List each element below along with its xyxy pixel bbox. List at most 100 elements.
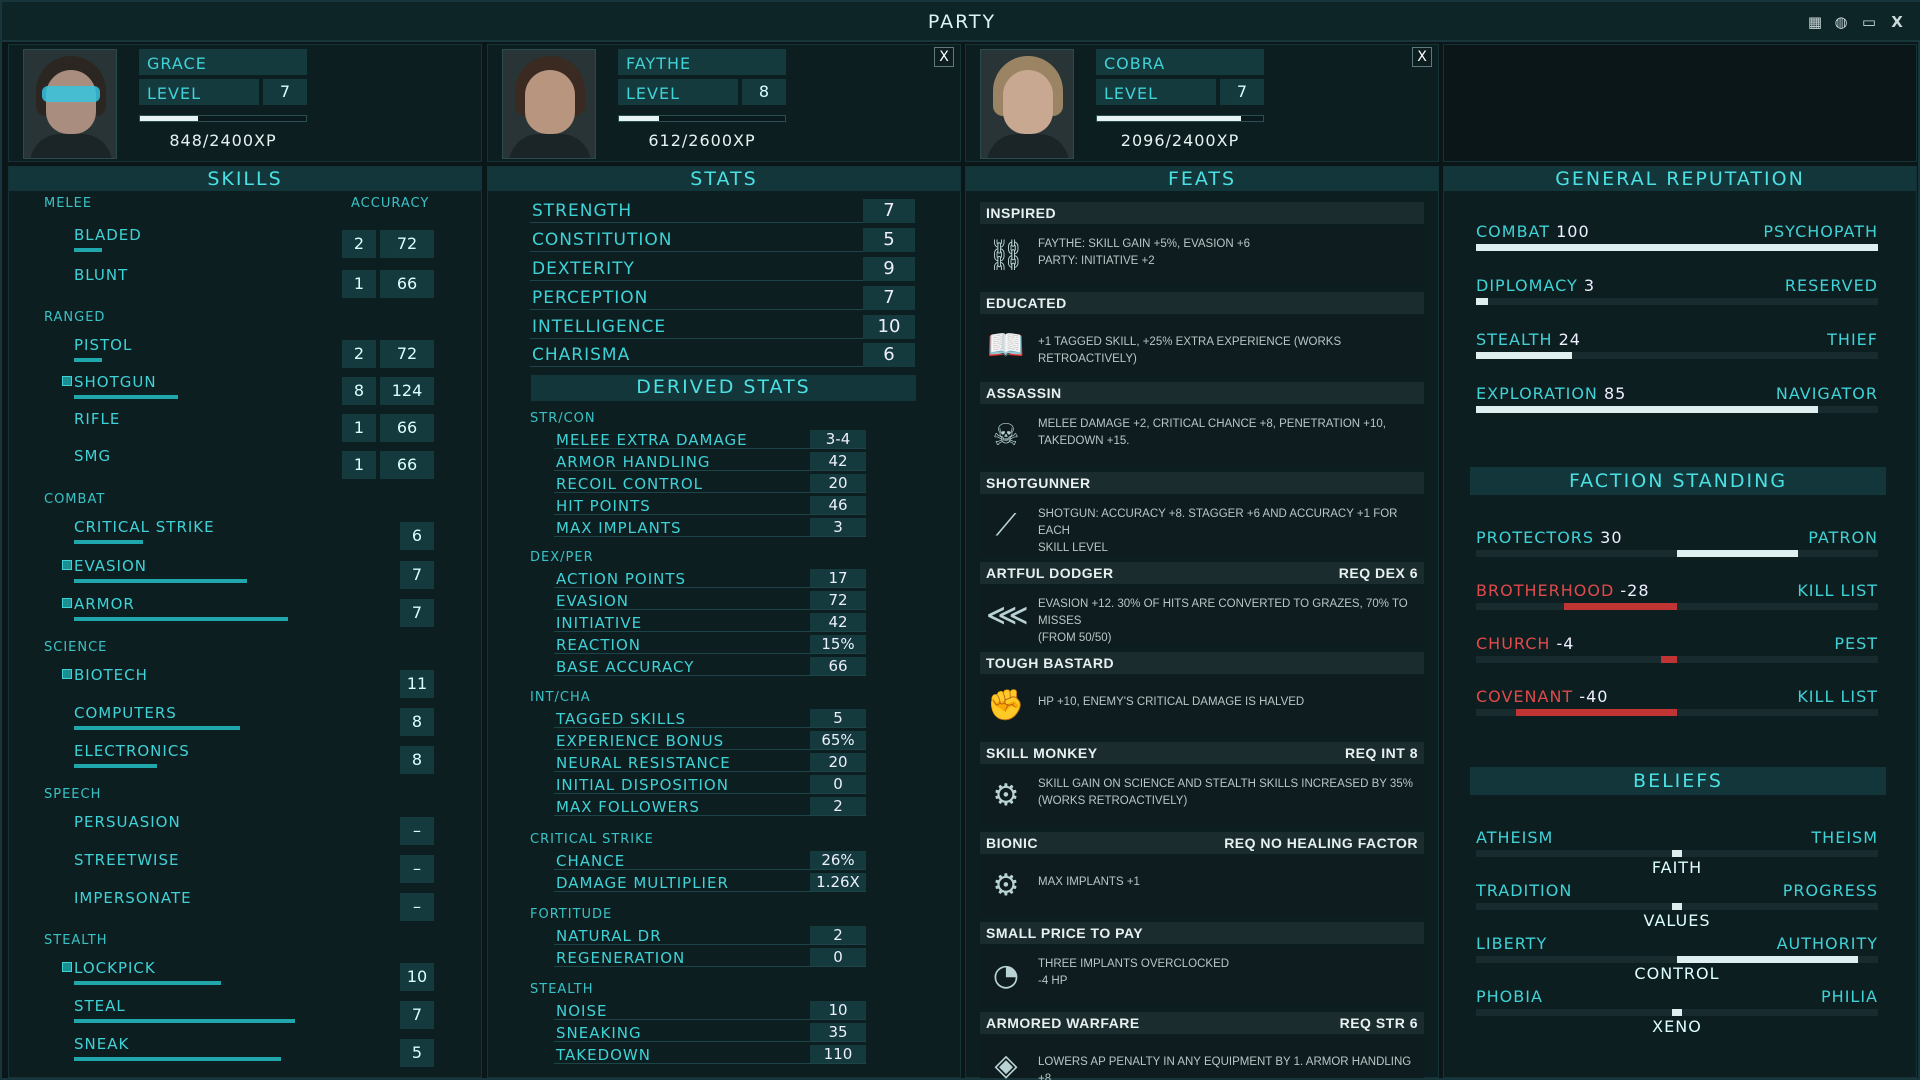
derived-stat-row[interactable]: MAX IMPLANTS 3	[554, 517, 866, 537]
calendar-icon[interactable]: ▦	[1804, 12, 1826, 32]
skill-category-combat: COMBAT	[44, 492, 106, 507]
stat-intelligence[interactable]: INTELLIGENCE 10	[530, 315, 915, 339]
skill-row-blunt[interactable]: BLUNT 1 66	[62, 266, 434, 300]
skill-row-smg[interactable]: SMG 1 66	[62, 447, 434, 481]
skill-row-evasion[interactable]: EVASION 7	[62, 557, 434, 591]
feat-assassin[interactable]: ASSASSIN ☠ MELEE DAMAGE +2, CRITICAL CHANC…	[980, 382, 1424, 468]
monitor-icon[interactable]: ▭	[1858, 12, 1880, 32]
belief-control[interactable]: LIBERTY AUTHORITY CONTROL	[1476, 934, 1878, 986]
derived-stat-value: 110	[810, 1045, 866, 1063]
derived-stat-row[interactable]: NEURAL RESISTANCE 20	[554, 752, 866, 772]
derived-stat-name: INITIATIVE	[556, 614, 643, 632]
skill-row-streetwise[interactable]: STREETWISE –	[62, 851, 434, 885]
skill-row-lockpick[interactable]: LOCKPICK 10	[62, 959, 434, 993]
reputation-stealth[interactable]: STEALTH 24 THIEF	[1476, 330, 1878, 370]
character-card-cobra[interactable]: COBRA LEVEL 7 2096/2400XP X	[965, 44, 1439, 162]
derived-stat-row[interactable]: INITIATIVE 42	[554, 612, 866, 632]
skill-row-critical-strike[interactable]: CRITICAL STRIKE 6	[62, 518, 434, 552]
derived-stat-value: 46	[810, 496, 866, 514]
feat-small-price-to-pay[interactable]: SMALL PRICE TO PAY ◔ THREE IMPLANTS OVERCL…	[980, 922, 1424, 1008]
globe-icon[interactable]: ◍	[1830, 12, 1852, 32]
derived-stat-row[interactable]: REGENERATION 0	[554, 947, 866, 967]
derived-stat-name: TAGGED SKILLS	[556, 710, 687, 728]
reputation-exploration[interactable]: EXPLORATION 85 NAVIGATOR	[1476, 384, 1878, 424]
feat-body: ◈ LOWERS AP PENALTY IN ANY EQUIPMENT BY 1…	[980, 1036, 1424, 1080]
skill-progress-bar	[74, 981, 222, 985]
skill-category-stealth: STEALTH	[44, 933, 108, 948]
derived-stat-row[interactable]: ARMOR HANDLING 42	[554, 451, 866, 471]
belief-faith[interactable]: ATHEISM THEISM FAITH	[1476, 828, 1878, 880]
derived-stat-row[interactable]: EVASION 72	[554, 590, 866, 610]
skill-row-bladed[interactable]: BLADED 2 72	[62, 226, 434, 260]
faction-brotherhood[interactable]: BROTHERHOOD -28 KILL LIST	[1476, 581, 1878, 621]
faction-covenant[interactable]: COVENANT -40 KILL LIST	[1476, 687, 1878, 727]
feat-artful-dodger[interactable]: ARTFUL DODGER REQ DEX 6 ⋘ EVASION +12. 30% …	[980, 562, 1424, 648]
faction-name: BROTHERHOOD	[1476, 581, 1615, 600]
skill-row-rifle[interactable]: RIFLE 1 66	[62, 410, 434, 444]
derived-stat-row[interactable]: TAGGED SKILLS 5	[554, 708, 866, 728]
derived-stat-row[interactable]: SNEAKING 35	[554, 1022, 866, 1042]
derived-stat-row[interactable]: TAKEDOWN 110	[554, 1044, 866, 1064]
derived-stat-row[interactable]: CHANCE 26%	[554, 850, 866, 870]
belief-values[interactable]: TRADITION PROGRESS VALUES	[1476, 881, 1878, 933]
skill-row-electronics[interactable]: ELECTRONICS 8	[62, 742, 434, 776]
close-icon[interactable]: X	[1886, 12, 1908, 32]
derived-stat-row[interactable]: ACTION POINTS 17	[554, 568, 866, 588]
derived-stat-row[interactable]: MELEE EXTRA DAMAGE 3-4	[554, 429, 866, 449]
stat-perception[interactable]: PERCEPTION 7	[530, 286, 915, 310]
skill-row-persuasion[interactable]: PERSUASION –	[62, 813, 434, 847]
feat-armored-warfare[interactable]: ARMORED WARFARE REQ STR 6 ◈ LOWERS AP PENAL…	[980, 1012, 1424, 1080]
dismiss-faythe-button[interactable]: X	[934, 47, 954, 67]
belief-left: TRADITION	[1476, 881, 1573, 900]
stat-dexterity[interactable]: DEXTERITY 9	[530, 257, 915, 281]
xp-text: 848/2400XP	[169, 131, 277, 150]
portrait-faythe[interactable]	[502, 49, 596, 159]
faction-protectors[interactable]: PROTECTORS 30 PATRON	[1476, 528, 1878, 568]
portrait-grace[interactable]	[23, 49, 117, 159]
skill-row-impersonate[interactable]: IMPERSONATE –	[62, 889, 434, 923]
derived-stat-row[interactable]: BASE ACCURACY 66	[554, 656, 866, 676]
skills-header: SKILLS	[9, 167, 481, 191]
feat-shotgunner[interactable]: SHOTGUNNER ⟋ SHOTGUN: ACCURACY +8. STAGGER…	[980, 472, 1424, 558]
feat-bionic[interactable]: BIONIC REQ NO HEALING FACTOR ⚙ MAX IMPLANTS…	[980, 832, 1424, 918]
character-card-grace[interactable]: GRACE LEVEL 7 848/2400XP	[8, 44, 482, 162]
derived-stat-row[interactable]: HIT POINTS 46	[554, 495, 866, 515]
feat-description: SKILL GAIN ON SCIENCE AND STEALTH SKILLS…	[1038, 778, 1413, 807]
reputation-combat[interactable]: COMBAT 100 PSYCHOPATH	[1476, 222, 1878, 262]
skill-row-biotech[interactable]: BIOTECH 11	[62, 666, 434, 700]
derived-stat-row[interactable]: NATURAL DR 2	[554, 925, 866, 945]
derived-stat-name: ARMOR HANDLING	[556, 453, 711, 471]
reputation-diplomacy[interactable]: DIPLOMACY 3 RESERVED	[1476, 276, 1878, 316]
portrait-cobra[interactable]	[980, 49, 1074, 159]
derived-stat-row[interactable]: MAX FOLLOWERS 2	[554, 796, 866, 816]
skill-row-steal[interactable]: STEAL 7	[62, 997, 434, 1031]
feat-educated[interactable]: EDUCATED 📖 +1 TAGGED SKILL, +25% EXTRA EXP…	[980, 292, 1424, 378]
derived-stat-row[interactable]: INITIAL DISPOSITION 0	[554, 774, 866, 794]
stat-strength[interactable]: STRENGTH 7	[530, 199, 915, 223]
skill-row-pistol[interactable]: PISTOL 2 72	[62, 336, 434, 370]
skill-row-sneak[interactable]: SNEAK 5	[62, 1035, 434, 1069]
skill-row-computers[interactable]: COMPUTERS 8	[62, 704, 434, 738]
derived-stat-row[interactable]: NOISE 10	[554, 1000, 866, 1020]
general-reputation-header: GENERAL REPUTATION	[1444, 167, 1916, 191]
feat-inspired[interactable]: INSPIRED ⛓ FAYTHE: SKILL GAIN +5%, EVASION…	[980, 202, 1424, 288]
stat-name: CONSTITUTION	[532, 230, 673, 250]
stat-charisma[interactable]: CHARISMA 6	[530, 343, 915, 367]
character-card-faythe[interactable]: FAYTHE LEVEL 8 612/2600XP X	[487, 44, 961, 162]
empty-party-slot[interactable]	[1443, 44, 1917, 162]
derived-stat-row[interactable]: DAMAGE MULTIPLIER 1.26x	[554, 872, 866, 892]
feat-tough-bastard[interactable]: TOUGH BASTARD ✊ HP +10, ENEMY'S CRITICAL D…	[980, 652, 1424, 738]
skill-row-armor[interactable]: ARMOR 7	[62, 595, 434, 629]
derived-stat-row[interactable]: RECOIL CONTROL 20	[554, 473, 866, 493]
feat-requirement: REQ STR 6	[1339, 1015, 1418, 1031]
feat-skill-monkey[interactable]: SKILL MONKEY REQ INT 8 ⚙ SKILL GAIN ON SCIE…	[980, 742, 1424, 828]
dismiss-cobra-button[interactable]: X	[1412, 47, 1432, 67]
bionic-head-icon: ⚙	[992, 868, 1020, 903]
faction-church[interactable]: CHURCH -4 PEST	[1476, 634, 1878, 674]
skill-row-shotgun[interactable]: SHOTGUN 8 124	[62, 373, 434, 407]
derived-stat-row[interactable]: EXPERIENCE BONUS 65%	[554, 730, 866, 750]
stat-constitution[interactable]: CONSTITUTION 5	[530, 228, 915, 252]
derived-stat-row[interactable]: REACTION 15%	[554, 634, 866, 654]
reputation-label: STEALTH 24	[1476, 330, 1581, 349]
belief-xeno[interactable]: PHOBIA PHILIA XENO	[1476, 987, 1878, 1039]
